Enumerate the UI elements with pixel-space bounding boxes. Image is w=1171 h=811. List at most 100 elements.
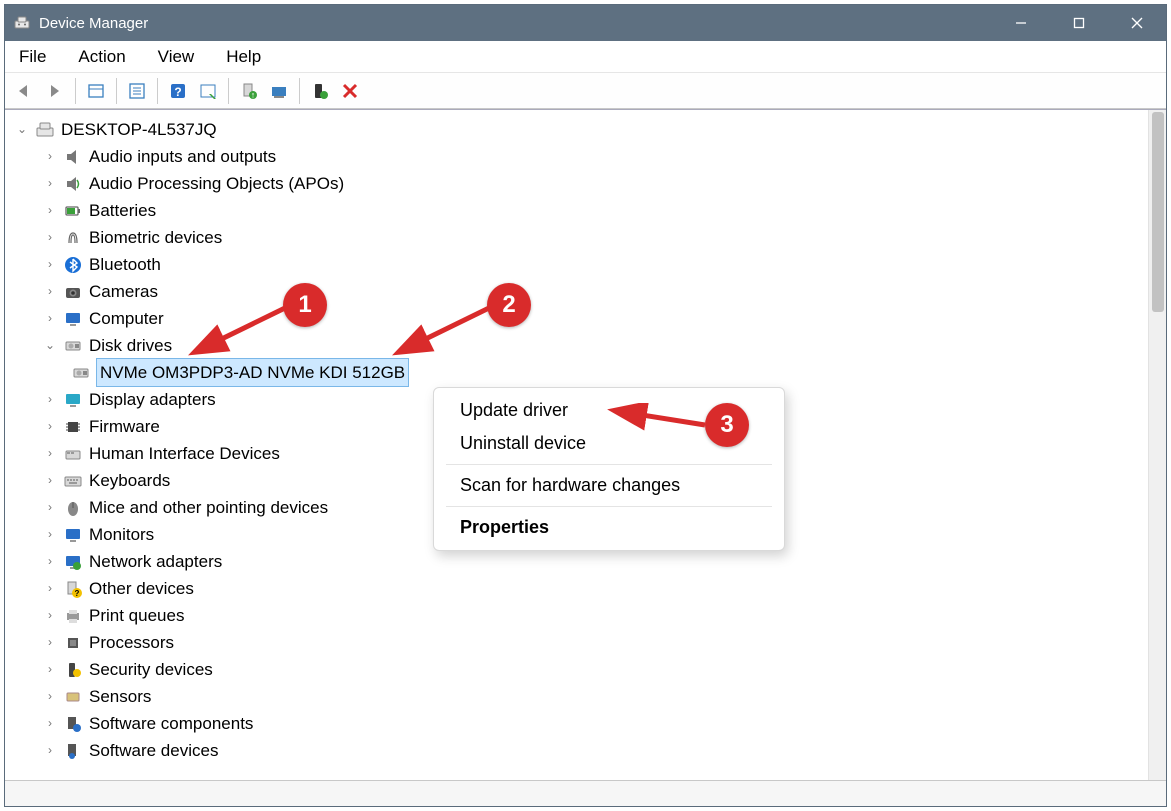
tree-item[interactable]: ›Sensors (15, 683, 1144, 710)
chevron-down-icon[interactable]: ⌄ (43, 332, 57, 359)
hid-icon (63, 444, 83, 464)
chevron-right-icon[interactable]: › (43, 602, 57, 629)
camera-icon (63, 282, 83, 302)
tree-item[interactable]: ›Software devices (15, 737, 1144, 764)
software-icon (63, 741, 83, 761)
annotation-badge-2: 2 (487, 283, 531, 327)
tree-item-disk-drives[interactable]: ⌄Disk drives (15, 332, 1144, 359)
monitor-icon (63, 309, 83, 329)
chevron-right-icon[interactable]: › (43, 629, 57, 656)
chevron-right-icon[interactable]: › (43, 224, 57, 251)
chip-icon (63, 417, 83, 437)
chevron-right-icon[interactable]: › (43, 521, 57, 548)
chevron-right-icon[interactable]: › (43, 440, 57, 467)
battery-icon (63, 201, 83, 221)
security-icon (63, 660, 83, 680)
titlebar: Device Manager (5, 5, 1166, 41)
help-button[interactable]: ? (164, 77, 192, 105)
chevron-right-icon[interactable]: › (43, 413, 57, 440)
chevron-right-icon[interactable]: › (43, 305, 57, 332)
unknown-icon: ? (63, 579, 83, 599)
menu-help[interactable]: Help (220, 45, 267, 69)
window-title: Device Manager (39, 15, 148, 32)
update-driver-button[interactable]: ↑ (235, 77, 263, 105)
fingerprint-icon (63, 228, 83, 248)
svg-text:↑: ↑ (251, 90, 256, 100)
scrollbar-thumb[interactable] (1152, 112, 1164, 312)
display-icon (63, 390, 83, 410)
show-hidden-button[interactable] (82, 77, 110, 105)
chevron-right-icon[interactable]: › (43, 494, 57, 521)
device-manager-window: Device Manager File Action View Help ? ↑ (4, 4, 1167, 807)
context-properties[interactable]: Properties (434, 511, 784, 544)
menubar: File Action View Help (5, 41, 1166, 73)
selected-device-label: NVMe OM3PDP3-AD NVMe KDI 512GB (96, 358, 409, 387)
context-scan-hardware[interactable]: Scan for hardware changes (434, 469, 784, 502)
svg-text:?: ? (75, 589, 80, 598)
tree-item[interactable]: ›Print queues (15, 602, 1144, 629)
chevron-right-icon[interactable]: › (43, 170, 57, 197)
context-separator (446, 464, 772, 465)
tree-item[interactable]: ›?Other devices (15, 575, 1144, 602)
tree-item[interactable]: ›Biometric devices (15, 224, 1144, 251)
chevron-right-icon[interactable]: › (43, 197, 57, 224)
forward-button[interactable] (41, 77, 69, 105)
menu-file[interactable]: File (13, 45, 52, 69)
chevron-right-icon[interactable]: › (43, 278, 57, 305)
tree-item[interactable]: ›Network adapters (15, 548, 1144, 575)
chevron-right-icon[interactable]: › (43, 737, 57, 764)
maximize-button[interactable] (1050, 5, 1108, 41)
processor-icon (63, 633, 83, 653)
chevron-down-icon[interactable]: ⌄ (15, 116, 29, 143)
audio-icon (63, 147, 83, 167)
network-icon (63, 552, 83, 572)
menu-action[interactable]: Action (72, 45, 131, 69)
chevron-right-icon[interactable]: › (43, 710, 57, 737)
software-icon (63, 714, 83, 734)
tree-item[interactable]: ›Bluetooth (15, 251, 1144, 278)
tree-item[interactable]: ›Audio Processing Objects (APOs) (15, 170, 1144, 197)
audio-processing-icon (63, 174, 83, 194)
close-button[interactable] (1108, 5, 1166, 41)
chevron-right-icon[interactable]: › (43, 143, 57, 170)
chevron-right-icon[interactable]: › (43, 575, 57, 602)
minimize-button[interactable] (992, 5, 1050, 41)
tree-item[interactable]: ›Security devices (15, 656, 1144, 683)
disable-button[interactable] (336, 77, 364, 105)
tree-root[interactable]: ⌄ DESKTOP-4L537JQ (15, 116, 1144, 143)
scan-button[interactable] (194, 77, 222, 105)
sensor-icon (63, 687, 83, 707)
menu-view[interactable]: View (152, 45, 201, 69)
chevron-right-icon[interactable]: › (43, 467, 57, 494)
uninstall-button[interactable] (265, 77, 293, 105)
tree-item[interactable]: ›Audio inputs and outputs (15, 143, 1144, 170)
mouse-icon (63, 498, 83, 518)
chevron-right-icon[interactable]: › (43, 683, 57, 710)
tree-item[interactable]: ›Processors (15, 629, 1144, 656)
svg-text:?: ? (174, 85, 181, 99)
properties-button[interactable] (123, 77, 151, 105)
chevron-right-icon[interactable]: › (43, 656, 57, 683)
tree-item[interactable]: ›Batteries (15, 197, 1144, 224)
statusbar (5, 780, 1166, 806)
chevron-right-icon[interactable]: › (43, 386, 57, 413)
chevron-right-icon[interactable]: › (43, 251, 57, 278)
app-icon (13, 14, 31, 32)
context-separator (446, 506, 772, 507)
annotation-badge-1: 1 (283, 283, 327, 327)
bluetooth-icon (63, 255, 83, 275)
printer-icon (63, 606, 83, 626)
disk-icon (71, 363, 91, 383)
chevron-right-icon[interactable]: › (43, 548, 57, 575)
tree-item[interactable]: ›Cameras (15, 278, 1144, 305)
monitor-icon (63, 525, 83, 545)
tree-item-nvme-disk[interactable]: NVMe OM3PDP3-AD NVMe KDI 512GB (15, 359, 1144, 386)
computer-icon (35, 120, 55, 140)
tree-item[interactable]: ›Software components (15, 710, 1144, 737)
toolbar: ? ↑ (5, 73, 1166, 109)
enable-button[interactable] (306, 77, 334, 105)
back-button[interactable] (11, 77, 39, 105)
vertical-scrollbar[interactable] (1148, 110, 1166, 780)
tree-item[interactable]: ›Computer (15, 305, 1144, 332)
disk-icon (63, 336, 83, 356)
